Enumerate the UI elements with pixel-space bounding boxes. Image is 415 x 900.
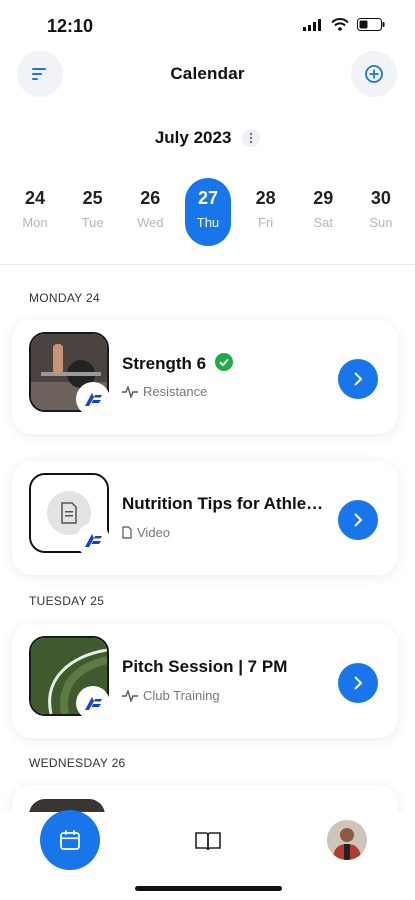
session-title: Nutrition Tips for Athle…	[122, 494, 324, 513]
session-type-label: Video	[137, 525, 171, 540]
activity-icon	[122, 385, 138, 398]
session-title: Strength 6	[122, 353, 233, 374]
day-number: 30	[370, 188, 391, 208]
day-24[interactable]: 24 Mon	[12, 178, 58, 246]
session-title-text: Strength 6	[122, 354, 207, 373]
add-button[interactable]	[351, 51, 397, 97]
battery-icon	[357, 18, 385, 31]
status-time: 12:10	[47, 16, 94, 36]
calendar-icon	[60, 830, 80, 850]
open-session-button[interactable]	[338, 663, 378, 703]
brand-logo-icon	[76, 382, 110, 416]
section-heading: WEDNESDAY 26	[29, 756, 126, 770]
more-vertical-icon[interactable]	[242, 128, 261, 147]
status-bar: 12:10	[0, 0, 415, 50]
session-type: Club Training	[122, 688, 220, 703]
month-selector[interactable]: July 2023	[0, 128, 415, 148]
open-session-button[interactable]	[338, 359, 378, 399]
plus-circle-icon	[365, 65, 383, 83]
day-29[interactable]: 29 Sat	[300, 178, 346, 246]
session-card[interactable]: Nutrition Tips for Athle… Video	[12, 461, 398, 575]
day-number: 29	[313, 188, 334, 208]
day-25[interactable]: 25 Tue	[70, 178, 116, 246]
day-weekday: Thu	[196, 215, 220, 230]
chevron-right-icon	[354, 372, 363, 386]
session-card[interactable]: Pitch Session | 7 PM Club Training	[12, 624, 398, 738]
day-weekday: Sat	[313, 215, 334, 230]
divider	[0, 264, 415, 265]
day-28[interactable]: 28 Fri	[243, 178, 289, 246]
session-type: Video	[122, 525, 170, 540]
tab-calendar[interactable]	[40, 810, 100, 870]
open-session-button[interactable]	[338, 500, 378, 540]
day-number: 28	[255, 188, 276, 208]
wifi-icon	[331, 18, 349, 31]
day-number: 24	[24, 188, 46, 208]
day-weekday: Tue	[81, 215, 104, 230]
cellular-signal-icon	[303, 18, 321, 31]
session-type-label: Resistance	[143, 384, 208, 399]
day-weekday: Fri	[258, 215, 274, 230]
home-indicator	[135, 886, 282, 891]
section-heading: TUESDAY 25	[29, 594, 105, 608]
day-26[interactable]: 26 Wed	[127, 178, 173, 246]
activity-icon	[122, 689, 138, 702]
tab-library[interactable]	[193, 826, 223, 856]
document-icon	[122, 526, 132, 539]
profile-avatar[interactable]	[327, 820, 367, 860]
day-weekday: Mon	[22, 215, 48, 230]
check-circle-icon	[214, 353, 233, 371]
brand-logo-icon	[76, 686, 110, 720]
section-heading: MONDAY 24	[29, 291, 100, 305]
month-label: July 2023	[154, 128, 232, 147]
day-number: 25	[82, 188, 103, 208]
header: Calendar	[0, 50, 415, 100]
week-strip: 24 Mon 25 Tue 26 Wed 27 Thu 28 Fri 29 Sa…	[12, 178, 404, 248]
day-27-selected[interactable]: 27 Thu	[184, 178, 231, 246]
day-number: 27	[197, 188, 218, 208]
chevron-right-icon	[354, 513, 363, 527]
session-title: Pitch Session | 7 PM	[122, 657, 288, 676]
book-icon	[195, 832, 221, 851]
chevron-right-icon	[354, 676, 363, 690]
status-icons	[303, 18, 385, 31]
day-30[interactable]: 30 Sun	[358, 178, 404, 246]
session-type-label: Club Training	[143, 688, 220, 703]
session-card[interactable]: Strength 6 Resistance	[12, 320, 398, 434]
session-type: Resistance	[122, 384, 207, 399]
day-weekday: Sun	[369, 215, 393, 230]
brand-logo-icon	[76, 523, 110, 557]
day-weekday: Wed	[137, 215, 164, 230]
day-number: 26	[140, 188, 161, 208]
